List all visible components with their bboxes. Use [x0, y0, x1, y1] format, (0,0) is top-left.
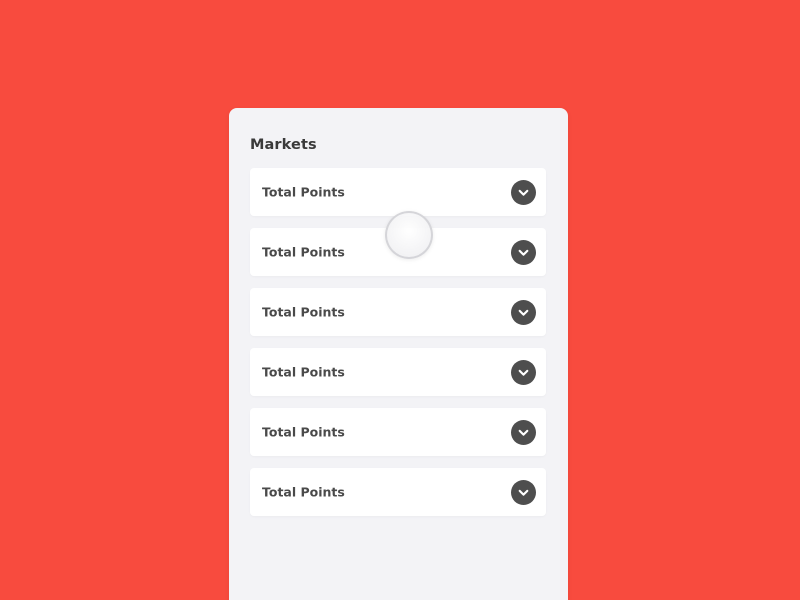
- panel-title: Markets: [250, 137, 317, 153]
- market-item-label: Total Points: [262, 424, 345, 440]
- market-item-label: Total Points: [262, 484, 345, 500]
- market-item[interactable]: Total Points: [250, 468, 546, 516]
- market-list: Total Points Total Points Total Points T…: [250, 168, 546, 528]
- expand-button[interactable]: [511, 479, 536, 505]
- market-item[interactable]: Total Points: [250, 228, 546, 276]
- markets-panel: Markets Total Points Total Points Total …: [229, 108, 568, 600]
- market-item[interactable]: Total Points: [250, 288, 546, 336]
- market-item-label: Total Points: [262, 184, 345, 200]
- market-item-label: Total Points: [262, 244, 345, 260]
- expand-button[interactable]: [511, 359, 536, 385]
- chevron-down-icon: [518, 369, 529, 376]
- expand-button[interactable]: [511, 299, 536, 325]
- market-item[interactable]: Total Points: [250, 348, 546, 396]
- market-item[interactable]: Total Points: [250, 408, 546, 456]
- expand-button[interactable]: [511, 179, 536, 205]
- market-item[interactable]: Total Points: [250, 168, 546, 216]
- expand-button[interactable]: [511, 419, 536, 445]
- chevron-down-icon: [518, 429, 529, 436]
- chevron-down-icon: [518, 189, 529, 196]
- market-item-label: Total Points: [262, 364, 345, 380]
- chevron-down-icon: [518, 309, 529, 316]
- chevron-down-icon: [518, 249, 529, 256]
- chevron-down-icon: [518, 489, 529, 496]
- market-item-label: Total Points: [262, 304, 345, 320]
- expand-button[interactable]: [511, 239, 536, 265]
